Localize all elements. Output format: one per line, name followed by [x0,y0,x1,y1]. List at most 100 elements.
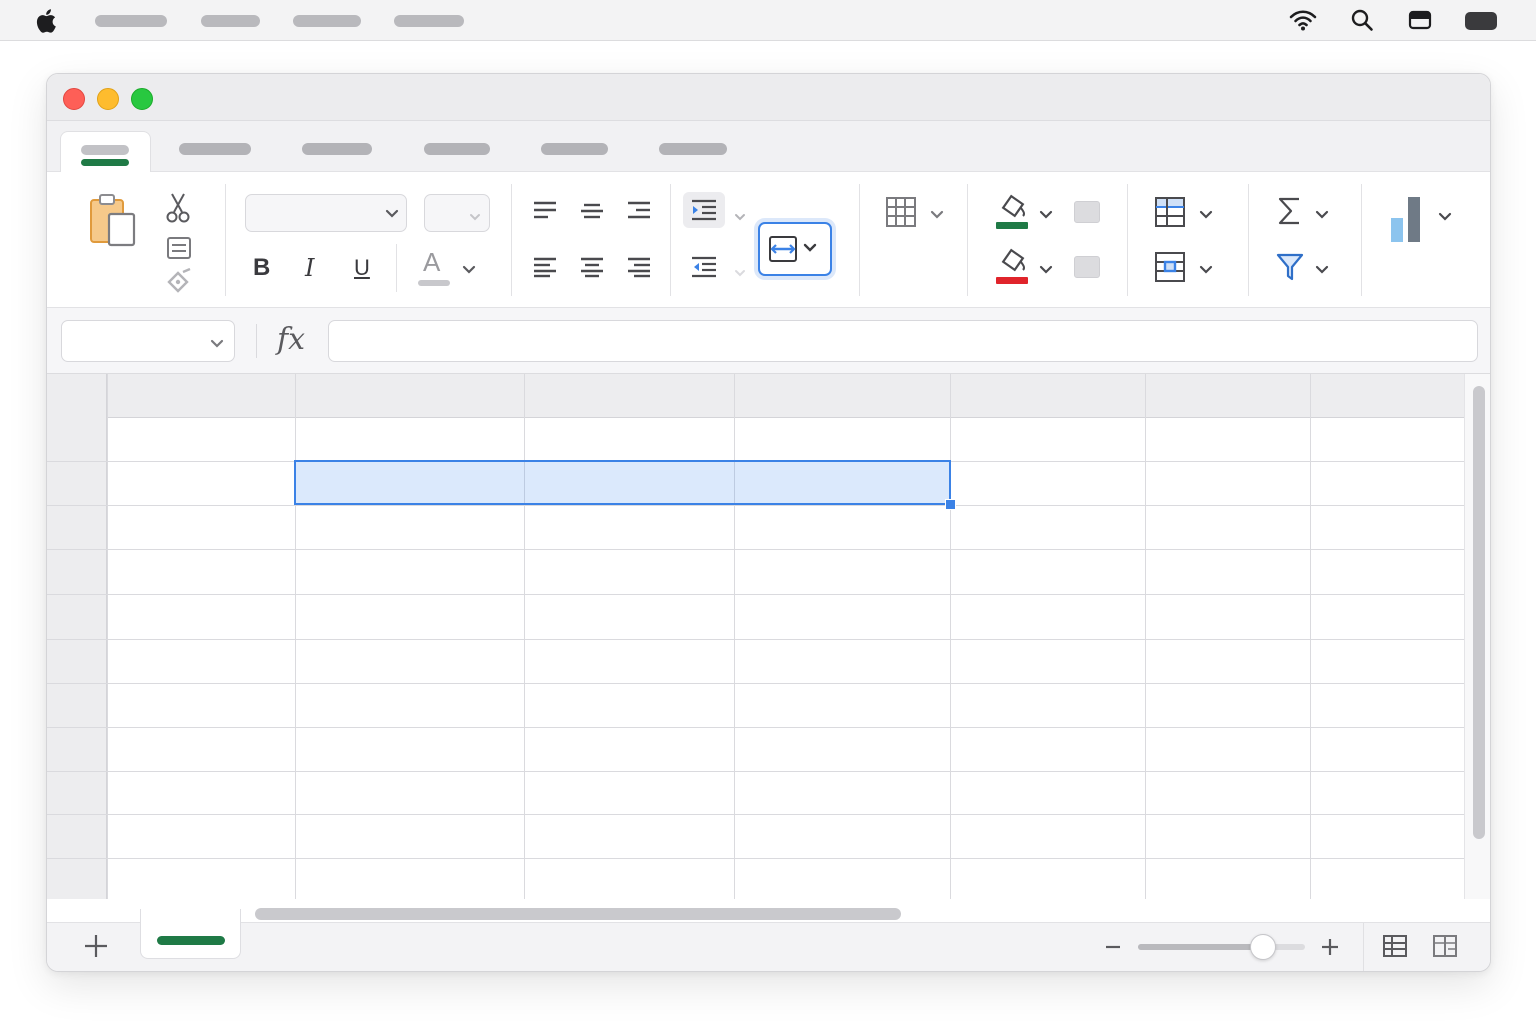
group-separator [225,184,226,296]
align-middle-icon[interactable] [580,200,604,220]
borders-icon[interactable] [885,196,917,228]
page-layout-view-icon[interactable] [1432,934,1458,958]
minimize-window-button[interactable] [97,88,119,110]
color-swatch[interactable] [1074,201,1100,223]
chevron-down-icon[interactable] [210,336,224,354]
menu-item-placeholder[interactable] [201,15,260,27]
filter-icon[interactable] [1276,252,1304,282]
grid-line [47,594,1464,595]
chevron-down-icon[interactable] [1199,207,1213,225]
menu-item-placeholder[interactable] [293,15,361,27]
grid-line [47,858,1464,859]
ribbon-tab[interactable] [179,131,251,172]
bold-button[interactable]: B [253,256,270,280]
active-sheet-indicator [157,936,225,945]
grid-line [47,683,1464,684]
group-separator [511,184,512,296]
selected-cell-range[interactable] [294,460,951,505]
control-center-icon[interactable] [1408,8,1432,37]
decrease-indent-icon[interactable] [691,256,717,278]
tab-label-placeholder [81,145,129,155]
chevron-down-icon[interactable] [1039,207,1053,225]
font-fill-color-icon[interactable] [995,246,1029,286]
spreadsheet-window: B I U A fx [46,73,1491,972]
chevron-down-icon[interactable] [1039,262,1053,280]
menu-item-placeholder[interactable] [394,15,464,27]
align-right-icon[interactable] [627,256,651,278]
conditional-format-icon[interactable] [1154,196,1186,228]
chevron-down-icon[interactable] [1438,209,1452,227]
zoom-slider-knob[interactable] [1250,934,1276,960]
align-top-left-icon[interactable] [533,200,557,220]
menu-item-placeholder[interactable] [95,15,167,27]
cell-styles-icon[interactable] [1154,251,1186,283]
grid-line [47,639,1464,640]
insert-chart-icon[interactable] [1389,194,1425,244]
formula-input[interactable] [328,320,1478,362]
font-color-swatch [418,280,450,286]
merge-and-center-button[interactable] [758,222,832,276]
copy-icon[interactable] [166,236,192,260]
chevron-down-icon[interactable] [469,208,481,226]
sheet-bar [47,909,1490,971]
battery-icon[interactable] [1464,11,1500,36]
add-sheet-icon[interactable] [81,931,111,961]
grid-line [734,374,735,899]
zoom-out-icon[interactable] [1103,939,1123,955]
cell-grid[interactable] [47,374,1464,899]
align-left-icon[interactable] [533,256,557,278]
ribbon-toolbar: B I U A [47,172,1490,308]
zoom-slider-fill [1138,944,1263,950]
zoom-in-icon[interactable] [1319,936,1341,958]
chevron-down-icon[interactable] [1315,262,1329,280]
font-name-dropdown[interactable] [245,194,407,232]
vertical-scroll-thumb[interactable] [1473,386,1485,839]
font-color-button[interactable]: A [423,249,440,275]
insert-function-button[interactable]: fx [277,322,305,357]
formula-bar: fx [47,308,1490,374]
column-headers[interactable] [47,374,1464,418]
search-icon[interactable] [1350,8,1374,37]
underline-button[interactable]: U [354,256,370,280]
fill-handle[interactable] [945,499,956,510]
ribbon-tab[interactable] [302,131,372,172]
fill-color-icon[interactable] [995,192,1029,230]
group-separator [1248,184,1249,296]
italic-button[interactable]: I [305,256,314,280]
sheet-tab-active[interactable] [140,909,241,959]
chevron-down-icon[interactable] [734,208,746,226]
tab-label-placeholder [302,143,372,155]
normal-view-icon[interactable] [1382,934,1408,958]
format-painter-icon[interactable] [165,268,193,294]
chevron-down-icon[interactable] [734,264,746,282]
color-swatch[interactable] [1074,256,1100,278]
horizontal-scroll-thumb[interactable] [255,908,901,920]
chevron-down-icon[interactable] [1199,262,1213,280]
status-separator [1363,923,1364,971]
ribbon-tab[interactable] [541,131,608,172]
ribbon-tab-bar [47,121,1490,172]
group-separator [396,244,397,292]
paste-icon[interactable] [87,192,139,250]
zoom-window-button[interactable] [131,88,153,110]
chevron-down-icon[interactable] [1315,207,1329,225]
grid-line [47,727,1464,728]
apple-logo-icon[interactable] [33,8,57,34]
ribbon-tab[interactable] [424,131,490,172]
align-top-right-icon[interactable] [627,200,651,220]
tab-label-placeholder [659,143,727,155]
name-box[interactable] [61,320,235,362]
group-separator [859,184,860,296]
cut-icon[interactable] [165,192,191,224]
chevron-down-icon[interactable] [930,207,944,225]
tab-home[interactable] [60,131,151,172]
chevron-down-icon[interactable] [462,262,476,280]
align-center-icon[interactable] [580,256,604,278]
ribbon-tab[interactable] [659,131,727,172]
row-headers[interactable] [47,374,107,899]
group-separator [967,184,968,296]
autosum-icon[interactable] [1277,196,1303,226]
close-window-button[interactable] [63,88,85,110]
wifi-icon[interactable] [1289,8,1317,37]
chevron-down-icon[interactable] [385,206,399,224]
